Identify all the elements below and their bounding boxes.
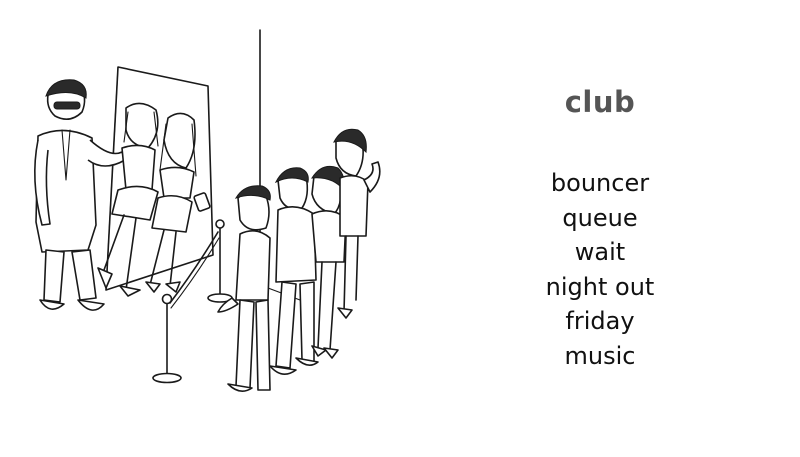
vocab-word: music <box>564 341 636 370</box>
vocabulary-panel: club bouncer queue wait night out friday… <box>480 78 720 373</box>
boy-in-queue <box>217 185 271 392</box>
vocab-list: bouncer queue wait night out friday musi… <box>480 166 720 373</box>
vocab-word: friday <box>565 307 635 335</box>
vocab-word: night out <box>545 272 655 301</box>
club-door <box>105 66 214 291</box>
vocab-word: wait <box>574 238 626 266</box>
vocab-word: bouncer <box>550 169 650 197</box>
vocab-word: queue <box>562 203 638 232</box>
club-queue-illustration <box>0 0 470 457</box>
vocab-title: club <box>564 85 636 119</box>
girl-waving <box>333 128 381 319</box>
man-in-queue <box>269 167 319 375</box>
line-drawing <box>34 29 381 392</box>
